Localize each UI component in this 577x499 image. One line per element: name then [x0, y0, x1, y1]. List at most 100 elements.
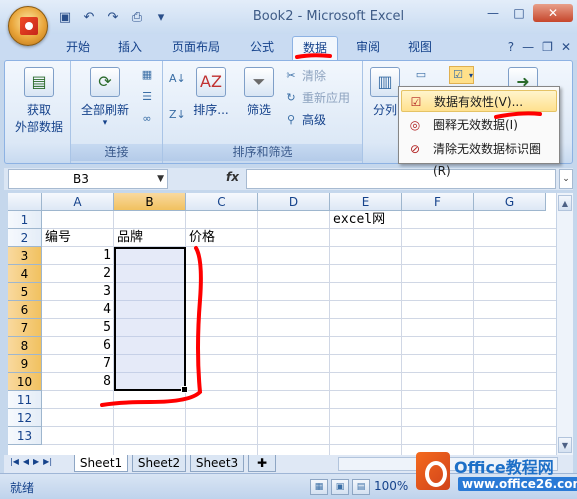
circle-invalid-icon: ◎ — [409, 118, 421, 132]
tab-formulas[interactable]: 公式 — [240, 36, 284, 60]
insert-function-button[interactable]: fx — [226, 170, 239, 184]
name-box-dropdown-icon[interactable]: ▼ — [157, 170, 164, 188]
tab-view[interactable]: 视图 — [398, 36, 442, 60]
name-box[interactable]: B3 ▼ — [8, 169, 168, 189]
sort-descending-button[interactable]: Z↓ — [169, 107, 186, 123]
zoom-level[interactable]: 100% — [374, 479, 408, 493]
menu-item-data-validation[interactable]: ☑ 数据有效性(V)... — [401, 90, 557, 112]
prev-sheet-icon[interactable]: ◀ — [23, 457, 29, 466]
help-icon[interactable]: ? — [508, 40, 514, 54]
vertical-scrollbar[interactable]: ▲ ▼ — [556, 193, 573, 455]
row-header-2[interactable]: 2 — [8, 229, 42, 247]
advanced-button[interactable]: ⚲ 高级 — [283, 111, 326, 128]
connections-button[interactable]: ▦ — [139, 67, 155, 83]
remove-duplicates-button[interactable]: ▭ — [413, 67, 429, 83]
formula-input[interactable] — [246, 169, 556, 189]
column-header-f[interactable]: F — [402, 193, 474, 211]
maximize-button[interactable]: □ — [507, 4, 531, 22]
row-header-13[interactable]: 13 — [8, 427, 42, 445]
data-validation-icon: ☑ — [453, 68, 463, 81]
data-validation-button[interactable]: ☑ ▾ — [449, 66, 475, 84]
external-data-icon: ▤ — [24, 67, 54, 97]
row-header-6[interactable]: 6 — [8, 301, 42, 319]
ribbon-restore-icon[interactable]: ❐ — [542, 40, 553, 54]
row-header-11[interactable]: 11 — [8, 391, 42, 409]
scroll-up-icon[interactable]: ▲ — [558, 195, 572, 211]
row-header-3[interactable]: 3 — [8, 247, 42, 265]
cell-a10[interactable]: 8 — [45, 373, 114, 391]
select-all-corner[interactable] — [8, 193, 42, 211]
next-sheet-icon[interactable]: ▶ — [33, 457, 39, 466]
last-sheet-icon[interactable]: ▶| — [43, 457, 52, 466]
sort-button[interactable]: AZ 排序... — [191, 67, 231, 118]
column-header-b[interactable]: B — [114, 193, 186, 211]
row-header-7[interactable]: 7 — [8, 319, 42, 337]
column-header-g[interactable]: G — [474, 193, 546, 211]
edit-links-button[interactable]: ∞ — [139, 111, 155, 127]
sheet-tab-sheet1[interactable]: Sheet1 — [74, 455, 128, 472]
tab-review[interactable]: 审阅 — [346, 36, 390, 60]
office-logo-icon — [20, 17, 38, 35]
cell-e1[interactable]: excel网 — [333, 211, 453, 229]
page-break-view-icon[interactable]: ▤ — [352, 479, 370, 495]
office-button[interactable] — [8, 6, 48, 46]
tab-insert[interactable]: 插入 — [108, 36, 152, 60]
worksheet-grid[interactable]: A B C D E F G 1 2 3 4 5 6 7 8 9 10 11 12 13 excel网 编号 品牌 价格 1 2 3 4… — [8, 193, 556, 455]
first-sheet-icon[interactable]: |◀ — [10, 457, 19, 466]
menu-item-circle-invalid[interactable]: ◎ 圈释无效数据(I) — [401, 114, 557, 136]
row-header-10[interactable]: 10 — [8, 373, 42, 391]
column-header-a[interactable]: A — [42, 193, 114, 211]
tab-home[interactable]: 开始 — [56, 36, 100, 60]
expand-formula-bar-icon[interactable]: ⌄ — [559, 169, 573, 189]
cell-c2[interactable]: 价格 — [189, 229, 309, 247]
row-header-12[interactable]: 12 — [8, 409, 42, 427]
page-layout-view-icon[interactable]: ▣ — [331, 479, 349, 495]
reapply-icon: ↻ — [286, 90, 296, 104]
close-button[interactable]: ✕ — [533, 4, 573, 22]
get-external-data-button[interactable]: ▤ 获取 外部数据 — [11, 67, 67, 135]
clear-filter-icon: ✂ — [286, 68, 296, 82]
column-header-d[interactable]: D — [258, 193, 330, 211]
formula-bar: B3 ▼ fx ⌄ — [4, 168, 573, 190]
filter-button[interactable]: ⏷ 筛选 — [239, 67, 279, 118]
ribbon-minimize-icon[interactable]: — — [522, 40, 534, 54]
menu-item-clear-circles[interactable]: ⊘ 清除无效数据标识圈(R) — [401, 138, 557, 178]
remove-duplicates-icon: ▭ — [415, 68, 427, 81]
refresh-all-button[interactable]: ⟳ 全部刷新 ▾ — [75, 67, 135, 128]
column-header-c[interactable]: C — [186, 193, 258, 211]
tab-data[interactable]: 数据 — [292, 36, 338, 60]
cell-a5[interactable]: 3 — [45, 283, 114, 301]
gridline-vertical — [329, 211, 330, 455]
column-header-e[interactable]: E — [330, 193, 402, 211]
cell-a6[interactable]: 4 — [45, 301, 114, 319]
minimize-button[interactable]: — — [481, 4, 505, 22]
cell-a7[interactable]: 5 — [45, 319, 114, 337]
cell-a3[interactable]: 1 — [45, 247, 114, 265]
insert-sheet-icon[interactable]: ✚ — [248, 455, 276, 472]
sheet-navigation: |◀ ◀ ▶ ▶| — [10, 457, 52, 466]
sheet-tab-sheet2[interactable]: Sheet2 — [132, 455, 186, 472]
sheet-tab-sheet3[interactable]: Sheet3 — [190, 455, 244, 472]
sort-filter-group-label: 排序和筛选 — [163, 144, 362, 161]
office-watermark-logo-icon — [416, 452, 450, 490]
cell-a8[interactable]: 6 — [45, 337, 114, 355]
row-header-8[interactable]: 8 — [8, 337, 42, 355]
gridline-vertical — [401, 211, 402, 455]
normal-view-icon[interactable]: ▦ — [310, 479, 328, 495]
clear-button[interactable]: ✂ 清除 — [283, 67, 326, 84]
row-header-1[interactable]: 1 — [8, 211, 42, 229]
ribbon-close-icon[interactable]: ✕ — [561, 40, 571, 54]
selected-range[interactable] — [114, 247, 188, 393]
row-header-9[interactable]: 9 — [8, 355, 42, 373]
cell-a9[interactable]: 7 — [45, 355, 114, 373]
row-header-4[interactable]: 4 — [8, 265, 42, 283]
view-buttons: ▦ ▣ ▤ — [310, 479, 370, 495]
sort-ascending-button[interactable]: A↓ — [169, 71, 186, 87]
reapply-button[interactable]: ↻ 重新应用 — [283, 89, 350, 106]
cell-a4[interactable]: 2 — [45, 265, 114, 283]
row-header-5[interactable]: 5 — [8, 283, 42, 301]
advanced-filter-icon: ⚲ — [286, 112, 296, 126]
connections-group-label: 连接 — [71, 144, 162, 161]
tab-page-layout[interactable]: 页面布局 — [164, 36, 228, 60]
properties-button[interactable]: ☰ — [139, 89, 155, 105]
